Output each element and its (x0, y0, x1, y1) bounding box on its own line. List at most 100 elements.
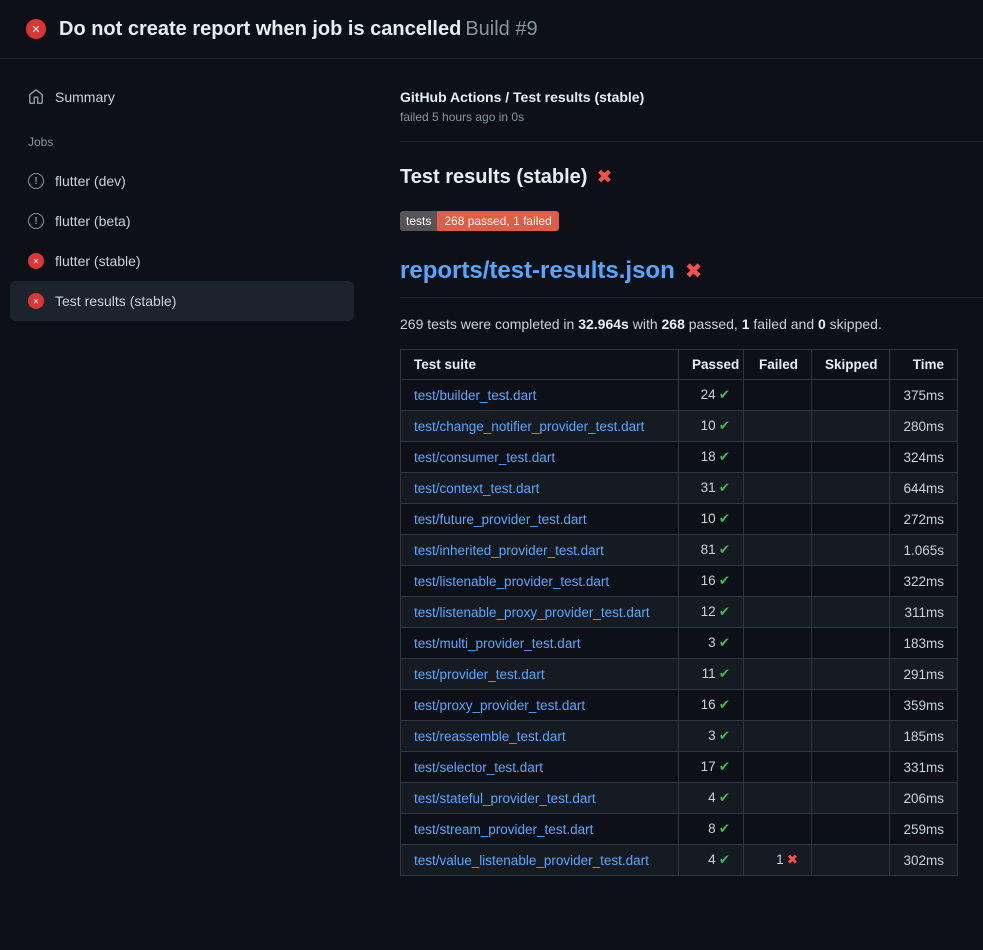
check-icon: ✔ (719, 418, 730, 433)
skipped-cell (812, 411, 890, 442)
sidebar-item-job[interactable]: ! flutter (dev) (10, 161, 354, 201)
suite-link[interactable]: test/consumer_test.dart (414, 450, 555, 465)
table-row: test/multi_provider_test.dart3✔183ms (401, 628, 958, 659)
time-cell: 302ms (890, 845, 958, 876)
sidebar-item-job[interactable]: ✕flutter (stable) (10, 241, 354, 281)
table-row: test/future_provider_test.dart10✔272ms (401, 504, 958, 535)
suite-cell: test/value_listenable_provider_test.dart (401, 845, 679, 876)
passed-count: 3 (708, 635, 716, 650)
table-row: test/proxy_provider_test.dart16✔359ms (401, 690, 958, 721)
passed-count: 11 (702, 666, 716, 681)
time-cell: 324ms (890, 442, 958, 473)
suite-link[interactable]: test/provider_test.dart (414, 667, 545, 682)
badge-value: 268 passed, 1 failed (437, 211, 558, 231)
build-number: Build #9 (465, 18, 537, 40)
failed-cell (744, 566, 812, 597)
passed-cell: 17✔ (679, 752, 744, 783)
skipped-cell (812, 845, 890, 876)
time-cell: 183ms (890, 628, 958, 659)
passed-count: 18 (701, 449, 716, 464)
x-icon: ✖ (787, 852, 798, 867)
table-row: test/reassemble_test.dart3✔185ms (401, 721, 958, 752)
results-table: Test suite Passed Failed Skipped Time te… (400, 349, 958, 876)
suite-link[interactable]: test/multi_provider_test.dart (414, 636, 581, 651)
failed-cell: 1✖ (744, 845, 812, 876)
summary-text: failed and (750, 316, 819, 332)
suite-link[interactable]: test/proxy_provider_test.dart (414, 698, 585, 713)
suite-link[interactable]: test/listenable_proxy_provider_test.dart (414, 605, 650, 620)
skipped-cell (812, 442, 890, 473)
skipped-cell (812, 380, 890, 411)
suite-cell: test/builder_test.dart (401, 380, 679, 411)
skipped-cell (812, 535, 890, 566)
suite-link[interactable]: test/inherited_provider_test.dart (414, 543, 604, 558)
sidebar-item-job[interactable]: ! flutter (beta) (10, 201, 354, 241)
suite-link[interactable]: test/stream_provider_test.dart (414, 822, 593, 837)
check-icon: ✔ (719, 604, 730, 619)
breadcrumb: GitHub Actions / Test results (stable) (400, 89, 983, 105)
time-cell: 185ms (890, 721, 958, 752)
table-row: test/context_test.dart31✔644ms (401, 473, 958, 504)
check-icon: ✔ (719, 573, 730, 588)
check-icon: ✔ (719, 480, 730, 495)
suite-link[interactable]: test/listenable_provider_test.dart (414, 574, 609, 589)
table-row: test/provider_test.dart 11✔ 291ms (401, 659, 958, 690)
failed-cell (744, 442, 812, 473)
job-label: Test results (stable) (55, 293, 176, 309)
job-label: flutter (beta) (55, 213, 130, 229)
failed-cell (744, 535, 812, 566)
passed-count: 16 (701, 573, 716, 588)
sidebar-item-job[interactable]: ✕ Test results (stable) (10, 281, 354, 321)
passed-cell: 11✔ (679, 659, 744, 690)
check-icon: ✔ (719, 449, 730, 464)
neutral-status-icon: ! (28, 173, 44, 189)
run-title-text: Do not create report when job is cancell… (59, 18, 461, 40)
table-row: test/builder_test.dart24✔375ms (401, 380, 958, 411)
suite-link[interactable]: test/context_test.dart (414, 481, 539, 496)
skipped-cell (812, 473, 890, 504)
skipped-cell (812, 721, 890, 752)
time-cell: 206ms (890, 783, 958, 814)
failed-cell (744, 721, 812, 752)
run-meta: failed 5 hours ago in 0s (400, 110, 983, 124)
suite-link[interactable]: test/builder_test.dart (414, 388, 536, 403)
sidebar-item-summary[interactable]: Summary (10, 83, 354, 111)
suite-cell: test/listenable_provider_test.dart (401, 566, 679, 597)
job-label: flutter (dev) (55, 173, 126, 189)
neutral-status-icon: ! (28, 213, 44, 229)
divider (400, 141, 983, 142)
report-file-link[interactable]: reports/test-results.json (400, 257, 675, 285)
time-cell: 331ms (890, 752, 958, 783)
check-icon: ✔ (719, 852, 730, 867)
failed-cell (744, 783, 812, 814)
failed-x-icon: ✖ (596, 166, 612, 189)
sidebar: Summary Jobs !flutter (dev)!flutter (bet… (0, 57, 362, 321)
suite-link[interactable]: test/selector_test.dart (414, 760, 543, 775)
header-time: Time (890, 350, 958, 380)
suite-cell: test/context_test.dart (401, 473, 679, 504)
failed-cell (744, 411, 812, 442)
time-cell: 322ms (890, 566, 958, 597)
badge-label: tests (400, 211, 437, 231)
suite-link[interactable]: test/value_listenable_provider_test.dart (414, 853, 649, 868)
suite-link[interactable]: test/reassemble_test.dart (414, 729, 566, 744)
failed-x-icon: ✖ (685, 259, 703, 284)
skipped-cell (812, 566, 890, 597)
skipped-cell (812, 783, 890, 814)
time-cell: 291ms (890, 659, 958, 690)
table-row: test/change_notifier_provider_test.dart1… (401, 411, 958, 442)
main-content: GitHub Actions / Test results (stable) f… (400, 57, 983, 950)
job-label: flutter (stable) (55, 253, 141, 269)
suite-cell: test/stateful_provider_test.dart (401, 783, 679, 814)
table-row: test/selector_test.dart 17✔ 331ms (401, 752, 958, 783)
suite-link[interactable]: test/stateful_provider_test.dart (414, 791, 596, 806)
suite-link[interactable]: test/future_provider_test.dart (414, 512, 587, 527)
suite-cell: test/change_notifier_provider_test.dart (401, 411, 679, 442)
suite-link[interactable]: test/change_notifier_provider_test.dart (414, 419, 644, 434)
failed-cell (744, 690, 812, 721)
failed-status-icon: ✕ (28, 293, 44, 309)
skipped-cell (812, 752, 890, 783)
summary-duration: 32.964s (578, 316, 629, 332)
passed-cell: 4✔ (679, 845, 744, 876)
jobs-list: !flutter (dev)!flutter (beta)✕flutter (s… (10, 161, 354, 321)
